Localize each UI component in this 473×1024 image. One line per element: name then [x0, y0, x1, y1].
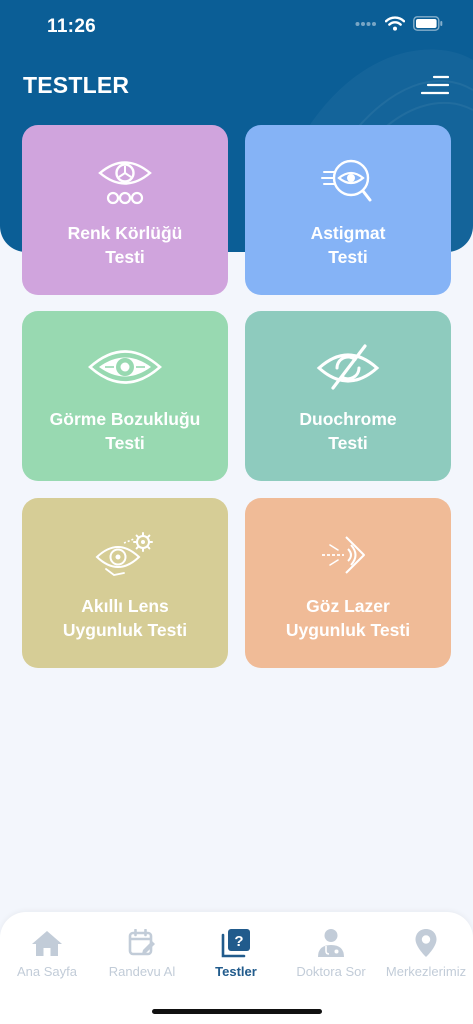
home-icon — [32, 931, 62, 956]
svg-text:?: ? — [234, 933, 243, 950]
card-label: Renk Körlüğü Testi — [67, 223, 183, 267]
eye-slash-icon — [316, 344, 380, 390]
eye-dots-icon — [98, 161, 152, 205]
laser-eye-icon — [322, 536, 365, 574]
card-astigmat-testi[interactable]: Astigmat Testi — [245, 125, 451, 295]
eye-icon — [88, 350, 162, 384]
wifi-icon — [385, 16, 405, 31]
status-time: 11:26 — [47, 16, 97, 37]
status-icons — [355, 16, 443, 31]
tab-randevu-al[interactable]: Randevu Al — [95, 928, 189, 979]
menu-button[interactable] — [419, 70, 451, 100]
doctor-icon — [318, 929, 344, 957]
card-label: Akıllı Lens Uygunluk Testi — [62, 596, 188, 640]
card-label: Göz Lazer Uygunluk Testi — [285, 596, 411, 640]
card-gorme-bozuklugu-testi[interactable]: Görme Bozukluğu Testi — [22, 311, 228, 481]
battery-icon — [413, 16, 443, 31]
eye-gear-icon — [95, 532, 153, 576]
card-label: Duochrome Testi — [299, 409, 397, 453]
tab-testler[interactable]: ? Testler — [189, 928, 283, 979]
card-akilli-lens-uygunluk-testi[interactable]: Akıllı Lens Uygunluk Testi — [22, 498, 228, 668]
bottom-tab-bar: Ana Sayfa Randevu Al ? Testler Doktora S… — [0, 912, 473, 1024]
status-bar: 11:26 — [0, 0, 473, 54]
tab-ana-sayfa[interactable]: Ana Sayfa — [0, 928, 94, 979]
card-duochrome-testi[interactable]: Duochrome Testi — [245, 311, 451, 481]
card-goz-lazer-uygunluk-testi[interactable]: Göz Lazer Uygunluk Testi — [245, 498, 451, 668]
tab-doktora-sor[interactable]: Doktora Sor — [284, 928, 378, 979]
menu-icon — [421, 75, 449, 95]
card-label: Görme Bozukluğu Testi — [49, 409, 201, 453]
signal-icon — [355, 21, 376, 26]
page-title: TESTLER — [23, 72, 130, 98]
card-renk-korlugu-testi[interactable]: Renk Körlüğü Testi — [22, 125, 228, 295]
tab-merkezlerimiz[interactable]: Merkezlerimiz — [379, 928, 473, 979]
calendar-edit-icon — [128, 929, 155, 956]
card-label: Astigmat Testi — [310, 223, 386, 267]
home-indicator — [152, 1009, 322, 1014]
location-pin-icon — [415, 929, 437, 957]
astigmatism-eye-icon — [321, 159, 372, 202]
question-book-icon: ? — [221, 929, 250, 958]
